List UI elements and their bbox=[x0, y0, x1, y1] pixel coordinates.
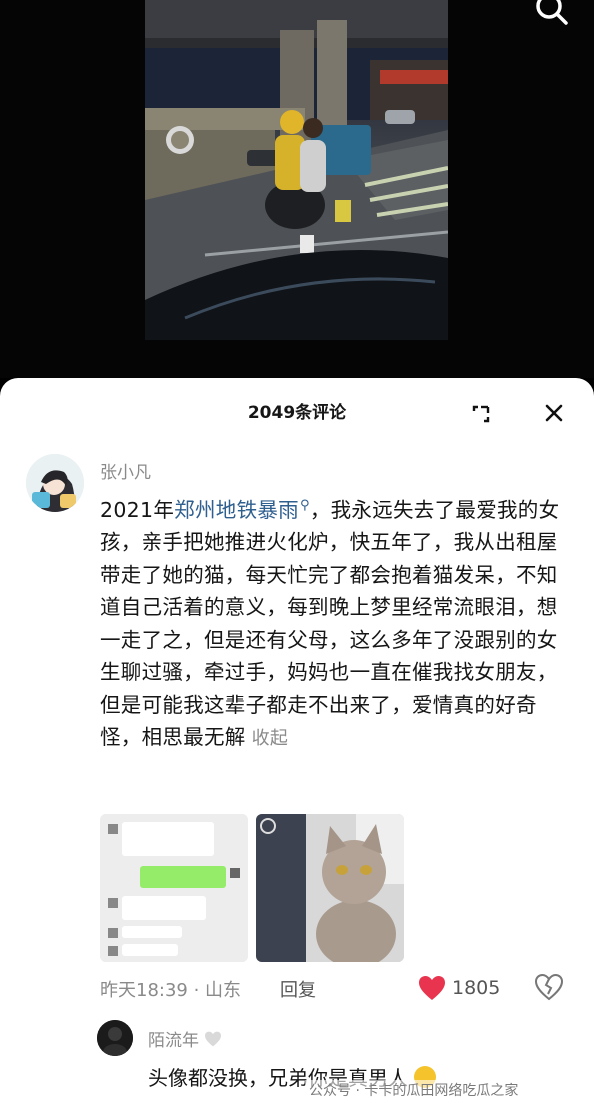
cat-photo-image[interactable] bbox=[256, 814, 404, 962]
heart-outline-icon bbox=[205, 1031, 222, 1047]
search-small-icon: ⚲ bbox=[299, 498, 310, 513]
anime-girl-avatar-image bbox=[26, 454, 84, 512]
comments-count-title: 2049条评论 bbox=[247, 403, 347, 423]
cat-photo-thumbnail bbox=[256, 814, 404, 962]
street-scene-image bbox=[145, 0, 448, 340]
like-button[interactable]: 1805 bbox=[418, 973, 500, 1003]
comment-text-prefix: 2021年 bbox=[100, 497, 175, 522]
comment-text: 2021年郑州地铁暴雨⚲，我永远失去了最爱我的女孩，亲手把她推进火化炉，快五年了… bbox=[100, 490, 570, 756]
video-frame[interactable] bbox=[145, 0, 448, 340]
hashtag-link[interactable]: 郑州地铁暴雨 bbox=[174, 498, 299, 522]
expand-button[interactable] bbox=[466, 399, 496, 429]
comments-sheet: 2049条评论 张小凡 2021年郑州地铁暴雨⚲，我永远失去了最爱我的女孩，亲手… bbox=[0, 378, 594, 1112]
replier-username-text: 陌流年 bbox=[148, 1031, 199, 1051]
replier-avatar[interactable] bbox=[97, 1020, 133, 1056]
chat-screenshot-thumbnail bbox=[100, 814, 248, 962]
broken-heart-icon bbox=[534, 973, 564, 1001]
search-button[interactable] bbox=[532, 0, 572, 32]
commenter-avatar[interactable] bbox=[26, 454, 84, 512]
video-player[interactable] bbox=[0, 0, 594, 378]
commenter-username[interactable]: 张小凡 bbox=[100, 458, 151, 483]
comment-time-location: 昨天18:39 · 山东 bbox=[100, 980, 242, 1001]
close-button[interactable] bbox=[538, 397, 570, 429]
search-icon bbox=[536, 0, 568, 25]
replier-username[interactable]: 陌流年 bbox=[148, 1026, 222, 1051]
dislike-button[interactable] bbox=[534, 973, 564, 1003]
collapse-button[interactable]: 收起 bbox=[252, 728, 289, 749]
watermark-text: 公众号 · 卡卡的瓜田网络吃瓜之家 bbox=[305, 1080, 523, 1100]
heart-icon bbox=[419, 976, 445, 1000]
expand-icon bbox=[472, 405, 490, 423]
close-icon bbox=[545, 404, 563, 422]
comment-text-body: ，我永远失去了最爱我的女孩，亲手把她推进火化炉，快五年了，我从出租屋带走了她的猫… bbox=[100, 497, 560, 750]
reply-button[interactable]: 回复 bbox=[280, 976, 316, 1002]
dark-avatar-image bbox=[97, 1020, 133, 1056]
chat-screenshot-image[interactable] bbox=[100, 814, 248, 962]
like-count: 1805 bbox=[452, 977, 501, 999]
